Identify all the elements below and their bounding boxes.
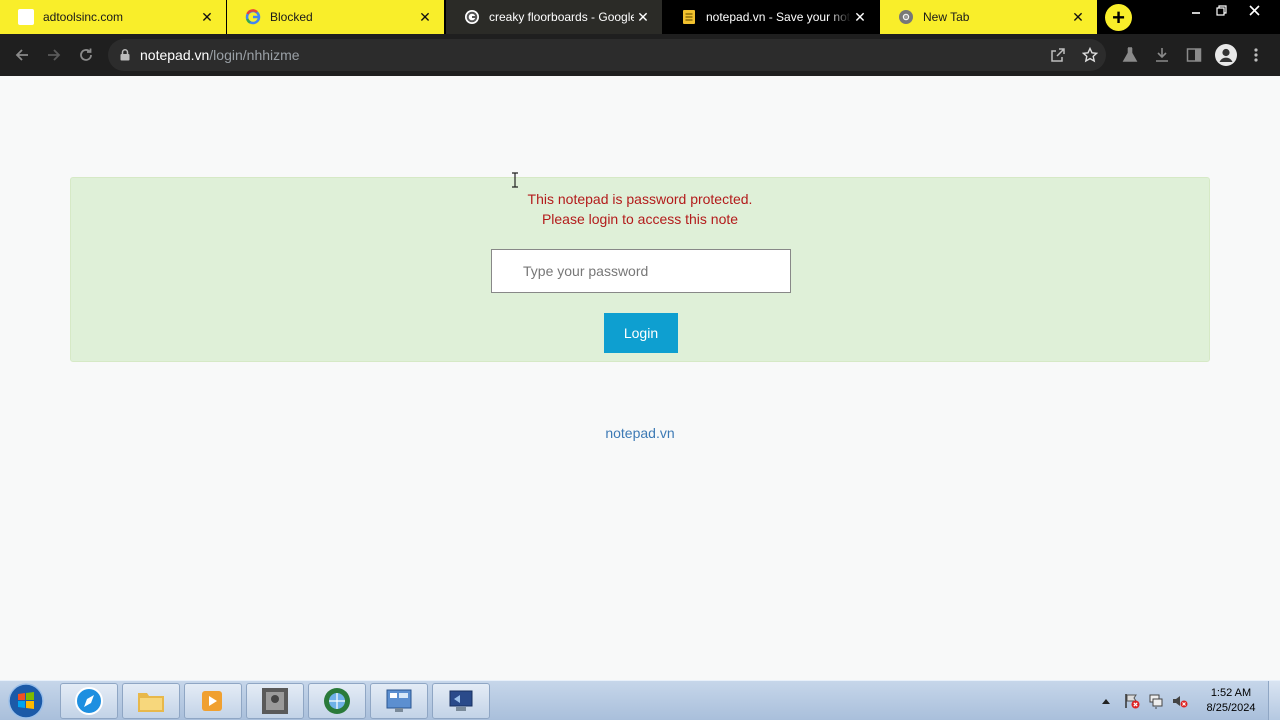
taskbar-control-panel[interactable] (370, 683, 428, 719)
close-icon[interactable]: ✕ (416, 8, 434, 26)
close-icon (1248, 4, 1260, 16)
footer-link[interactable]: notepad.vn (0, 425, 1280, 441)
taskbar-remote-desktop[interactable] (432, 683, 490, 719)
close-icon[interactable]: ✕ (198, 8, 216, 26)
flag-alert-icon (1125, 694, 1140, 709)
url-path: /login/nhhizme (209, 47, 300, 63)
labs-button[interactable] (1114, 39, 1146, 71)
tab-title: New Tab (923, 10, 970, 24)
forward-arrow-icon (48, 49, 61, 61)
password-protected-alert: This notepad is password protected. Plea… (70, 177, 1210, 362)
tab-title: notepad.vn - Save your note (706, 10, 851, 24)
tab-adtoolsinc[interactable]: adtoolsinc.com ✕ (0, 0, 226, 34)
chevron-up-icon (1102, 699, 1110, 704)
media-player-icon (202, 691, 222, 711)
browser-globe-icon (324, 688, 350, 714)
back-arrow-icon (15, 49, 28, 61)
profile-button[interactable] (1210, 39, 1242, 71)
tab-title: Blocked (270, 10, 313, 24)
share-button[interactable] (1042, 39, 1074, 71)
text-cursor-icon (512, 172, 518, 188)
bookmark-button[interactable] (1074, 39, 1106, 71)
restore-button[interactable] (1207, 0, 1235, 20)
minimize-button[interactable] (1182, 0, 1210, 20)
login-button[interactable]: Login (604, 313, 678, 353)
back-button[interactable] (6, 34, 38, 76)
tab-title: adtoolsinc.com (43, 10, 124, 24)
flask-icon (1122, 47, 1138, 62)
password-input[interactable] (491, 249, 791, 293)
clock-date: 8/25/2024 (1206, 702, 1256, 714)
taskbar-file-explorer[interactable] (122, 683, 180, 719)
system-clock[interactable]: 1:52 AM 8/25/2024 (1196, 686, 1266, 716)
volume-tray[interactable] (1172, 693, 1188, 709)
new-tab-button[interactable]: + (1105, 4, 1132, 31)
network-icon (1149, 694, 1163, 709)
remote-desktop-icon (449, 690, 473, 711)
close-icon[interactable]: ✕ (1069, 8, 1087, 26)
google-icon (464, 9, 480, 25)
restore-icon (1215, 4, 1227, 16)
alert-message-line1: This notepad is password protected. (527, 191, 753, 207)
windows-logo-icon (8, 683, 44, 719)
taskbar-safari[interactable] (60, 683, 118, 719)
url-host: notepad.vn (140, 47, 210, 63)
reload-button[interactable] (70, 34, 102, 76)
network-tray[interactable] (1148, 693, 1164, 709)
tab-blocked[interactable]: Blocked ✕ (227, 0, 444, 34)
downloads-button[interactable] (1146, 39, 1178, 71)
start-button[interactable] (6, 682, 46, 720)
download-icon (1156, 48, 1168, 62)
taskbar: 1:52 AM 8/25/2024 (0, 680, 1280, 720)
lock-icon (120, 49, 130, 61)
side-panel-button[interactable] (1178, 39, 1210, 71)
show-desktop-button[interactable] (1268, 681, 1280, 720)
safari-icon (75, 687, 103, 715)
menu-button[interactable] (1240, 39, 1272, 71)
file-explorer-icon (138, 693, 164, 712)
star-icon (1082, 47, 1098, 63)
google-icon (245, 9, 261, 25)
page-content: This notepad is password protected. Plea… (0, 76, 1280, 680)
reload-icon (80, 48, 92, 61)
tab-new-tab[interactable]: New Tab ✕ (880, 0, 1097, 34)
browser-toolbar: notepad.vn/login/nhhizme (0, 34, 1280, 76)
tab-creaky-floorboards[interactable]: creaky floorboards - Google ✕ (446, 0, 662, 34)
chrome-icon (898, 9, 914, 25)
show-hidden-icons-button[interactable] (1098, 693, 1114, 709)
action-center-tray[interactable] (1124, 693, 1140, 709)
blank-page-icon (18, 9, 34, 25)
clock-time: 1:52 AM (1210, 687, 1252, 699)
taskbar-browser[interactable] (308, 683, 366, 719)
tab-title: creaky floorboards - Google (489, 10, 634, 24)
share-icon (1051, 48, 1065, 62)
alert-message-line2: Please login to access this note (541, 211, 739, 227)
control-panel-icon (386, 689, 412, 712)
kebab-menu-icon (1254, 48, 1258, 62)
close-icon[interactable]: ✕ (851, 8, 869, 26)
address-bar[interactable]: notepad.vn/login/nhhizme (108, 39, 1106, 71)
taskbar-photo-app[interactable] (246, 683, 304, 719)
window-close-button[interactable] (1240, 0, 1268, 20)
photo-app-icon (262, 688, 288, 714)
tab-notepad[interactable]: notepad.vn - Save your note ✕ (663, 0, 879, 34)
close-icon[interactable]: ✕ (634, 8, 652, 26)
notepad-icon (681, 9, 697, 25)
avatar-icon (1215, 44, 1237, 66)
side-panel-icon (1186, 48, 1202, 62)
plus-icon: + (1112, 4, 1125, 30)
forward-button[interactable] (38, 34, 70, 76)
volume-muted-icon (1173, 696, 1188, 708)
minimize-icon (1192, 12, 1200, 14)
taskbar-media-player[interactable] (184, 683, 242, 719)
tab-strip: adtoolsinc.com ✕ Blocked ✕ creaky floorb… (0, 0, 1280, 34)
